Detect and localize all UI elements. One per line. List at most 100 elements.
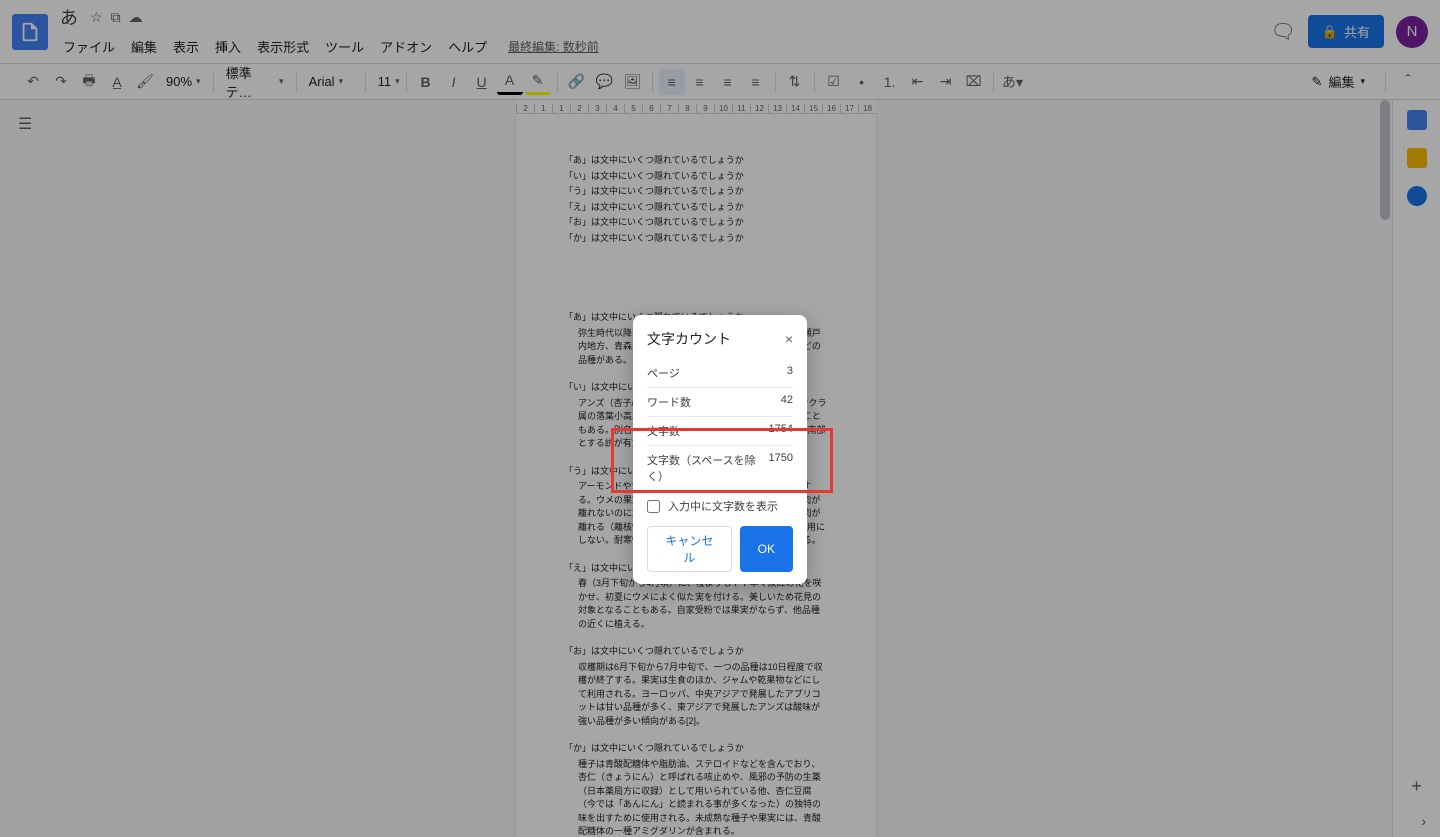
show-count-while-typing-checkbox[interactable]: 入力中に文字数を表示 bbox=[647, 490, 793, 518]
ruler-mark: 4 bbox=[606, 104, 624, 113]
align-left-icon[interactable]: ≡ bbox=[659, 69, 685, 95]
user-avatar[interactable]: N bbox=[1396, 16, 1428, 48]
menu-help[interactable]: ヘルプ bbox=[441, 33, 494, 60]
doc-heading: 「か」は文中にいくつ隠れているでしょうか bbox=[564, 742, 828, 756]
comment-insert-icon[interactable]: 💬 bbox=[592, 69, 618, 95]
horizontal-ruler[interactable]: 21123456789101112131415161718 bbox=[516, 100, 876, 114]
menu-view[interactable]: 表示 bbox=[166, 33, 206, 60]
dialog-stat-row: ワード数 42 bbox=[647, 388, 793, 417]
scroll-thumb[interactable] bbox=[1380, 100, 1390, 220]
add-addon-icon[interactable]: + bbox=[1411, 776, 1422, 797]
line-spacing-icon[interactable]: ⇅ bbox=[782, 69, 808, 95]
undo-icon[interactable]: ↶ bbox=[20, 69, 46, 95]
dialog-stat-row: 文字数（スペースを除く）1750 bbox=[647, 446, 793, 490]
doc-line: 「え」は文中にいくつ隠れているでしょうか bbox=[564, 201, 828, 215]
doc-line: 「か」は文中にいくつ隠れているでしょうか bbox=[564, 232, 828, 246]
text-color-icon[interactable]: A bbox=[497, 69, 523, 95]
menu-edit[interactable]: 編集 bbox=[124, 33, 164, 60]
doc-paragraph: 種子は青酸配糖体や脂肪油、ステロイドなどを含んでおり、杏仁（きょうにん）と呼ばれ… bbox=[564, 758, 828, 837]
last-edit-text[interactable]: 最終編集: 数秒前 bbox=[508, 38, 599, 55]
ruler-mark: 13 bbox=[768, 104, 786, 113]
ime-icon[interactable]: あ▾ bbox=[1000, 69, 1026, 95]
ok-button[interactable]: OK bbox=[740, 526, 793, 572]
side-panel-collapse-icon[interactable]: › bbox=[1421, 813, 1426, 829]
dialog-title-text: 文字カウント bbox=[647, 329, 731, 349]
highlight-color-icon[interactable]: ✎ bbox=[525, 69, 551, 95]
stat-label: ワード数 bbox=[647, 394, 691, 410]
toolbar: ↶ ↷ 🖶 A̲ 🖌 90% 標準テ… Arial 11 B I U A ✎ 🔗… bbox=[0, 64, 1440, 100]
italic-icon[interactable]: I bbox=[441, 69, 467, 95]
word-count-dialog: 文字カウント × ページ3ワード数42文字数1754文字数（スペースを除く）17… bbox=[633, 315, 807, 584]
ruler-mark: 12 bbox=[750, 104, 768, 113]
vertical-scrollbar[interactable] bbox=[1378, 100, 1392, 837]
spellcheck-icon[interactable]: A̲ bbox=[104, 69, 130, 95]
calendar-icon[interactable] bbox=[1407, 110, 1427, 130]
menu-addons[interactable]: アドオン bbox=[373, 33, 439, 60]
fontsize-select[interactable]: 11 bbox=[372, 72, 400, 91]
docs-logo-icon[interactable] bbox=[12, 14, 48, 50]
print-icon[interactable]: 🖶 bbox=[76, 69, 102, 95]
share-button[interactable]: 🔒 共有 bbox=[1308, 15, 1384, 48]
chevron-down-icon: ▾ bbox=[1360, 76, 1365, 87]
doc-line: 「い」は文中にいくつ隠れているでしょうか bbox=[564, 170, 828, 184]
menu-insert[interactable]: 挿入 bbox=[208, 33, 248, 60]
star-icon[interactable]: ☆ bbox=[90, 9, 103, 26]
edit-mode-select[interactable]: ✎ 編集 ▾ bbox=[1302, 68, 1375, 95]
align-justify-icon[interactable]: ≡ bbox=[743, 69, 769, 95]
align-center-icon[interactable]: ≡ bbox=[687, 69, 713, 95]
keep-icon[interactable] bbox=[1407, 148, 1427, 168]
cancel-button[interactable]: キャンセル bbox=[647, 526, 732, 572]
header-bar: あ ☆ ⧉ ☁ ファイル 編集 表示 挿入 表示形式 ツール アドオン ヘルプ … bbox=[0, 0, 1440, 64]
close-icon[interactable]: × bbox=[785, 331, 793, 347]
redo-icon[interactable]: ↷ bbox=[48, 69, 74, 95]
menu-file[interactable]: ファイル bbox=[56, 33, 122, 60]
bullet-list-icon[interactable]: • bbox=[849, 69, 875, 95]
stat-label: 文字数（スペースを除く） bbox=[647, 452, 769, 484]
doc-line: 「あ」は文中にいくつ隠れているでしょうか bbox=[564, 154, 828, 168]
font-select[interactable]: Arial bbox=[303, 72, 359, 91]
doc-line: 「お」は文中にいくつ隠れているでしょうか bbox=[564, 216, 828, 230]
doc-heading: 「お」は文中にいくつ隠れているでしょうか bbox=[564, 645, 828, 659]
link-icon[interactable]: 🔗 bbox=[564, 69, 590, 95]
pencil-icon: ✎ bbox=[1312, 74, 1323, 90]
ruler-mark: 8 bbox=[678, 104, 696, 113]
indent-increase-icon[interactable]: ⇥ bbox=[933, 69, 959, 95]
style-select[interactable]: 標準テ… bbox=[220, 61, 290, 103]
drive-status-icon[interactable]: ☁ bbox=[129, 9, 143, 26]
doc-paragraph: 収穫期は6月下旬から7月中旬で、一つの品種は10日程度で収穫が終了する。果実は生… bbox=[564, 661, 828, 729]
ruler-mark: 3 bbox=[588, 104, 606, 113]
document-title[interactable]: あ bbox=[56, 3, 82, 31]
ruler-mark: 17 bbox=[840, 104, 858, 113]
menu-tools[interactable]: ツール bbox=[318, 33, 371, 60]
outline-toggle-icon[interactable]: ☰ bbox=[18, 114, 32, 134]
menu-format[interactable]: 表示形式 bbox=[250, 33, 316, 60]
image-insert-icon[interactable]: 🖼 bbox=[620, 69, 646, 95]
move-icon[interactable]: ⧉ bbox=[111, 9, 121, 26]
stat-value: 3 bbox=[787, 365, 793, 381]
doc-line: 「う」は文中にいくつ隠れているでしょうか bbox=[564, 185, 828, 199]
bold-icon[interactable]: B bbox=[413, 69, 439, 95]
ruler-mark: 2 bbox=[570, 104, 588, 113]
stat-label: ページ bbox=[647, 365, 680, 381]
checklist-icon[interactable]: ☑ bbox=[821, 69, 847, 95]
align-right-icon[interactable]: ≡ bbox=[715, 69, 741, 95]
indent-decrease-icon[interactable]: ⇤ bbox=[905, 69, 931, 95]
dialog-stat-row: ページ 3 bbox=[647, 359, 793, 388]
checkbox-input[interactable] bbox=[647, 500, 660, 513]
zoom-select[interactable]: 90% bbox=[160, 72, 207, 91]
stat-value: 42 bbox=[781, 394, 793, 410]
comments-icon[interactable]: 🗨 bbox=[1270, 19, 1295, 44]
collapse-toolbar-icon[interactable]: ˆ bbox=[1396, 70, 1420, 94]
number-list-icon[interactable]: 1. bbox=[877, 69, 903, 95]
ruler-mark: 1 bbox=[552, 104, 570, 113]
ruler-mark: 1 bbox=[534, 104, 552, 113]
ruler-mark: 9 bbox=[696, 104, 714, 113]
underline-icon[interactable]: U bbox=[469, 69, 495, 95]
ruler-mark: 18 bbox=[858, 104, 876, 113]
clear-format-icon[interactable]: ⌧ bbox=[961, 69, 987, 95]
ruler-mark: 5 bbox=[624, 104, 642, 113]
paint-format-icon[interactable]: 🖌 bbox=[132, 69, 158, 95]
stat-label: 文字数 bbox=[647, 423, 680, 439]
ruler-mark: 10 bbox=[714, 104, 732, 113]
tasks-icon[interactable] bbox=[1407, 186, 1427, 206]
